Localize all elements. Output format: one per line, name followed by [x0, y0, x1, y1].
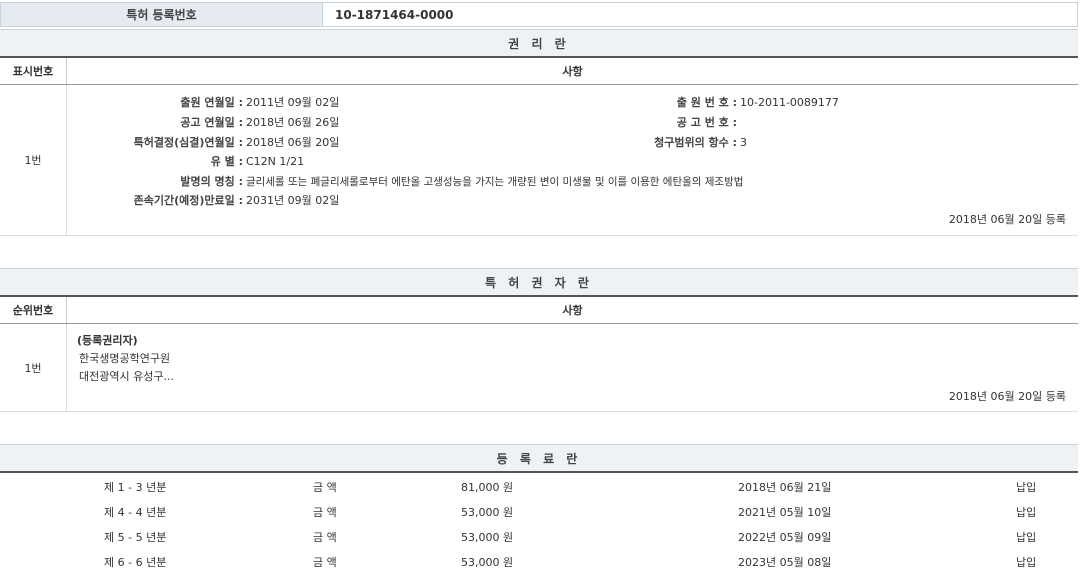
rights-col-index: 표시번호: [0, 58, 67, 84]
rights-row-content: 출원 연월일 : 2011년 09월 02일 공고 연월일 : 2018년 06…: [67, 85, 1078, 235]
rights-registration-date: 2018년 06월 20일 등록: [949, 211, 1066, 227]
fee-amount-label: 금 액: [313, 479, 337, 495]
holders-row-content: (등록권리자) 한국생명공학연구원 대전광역시 유성구... 2018년 06월…: [67, 324, 1078, 411]
decision-date-value: 2018년 06월 20일: [243, 134, 339, 150]
holders-column-header: 순위번호 사항: [0, 297, 1078, 324]
holders-section-title: 특 허 권 자 란: [0, 268, 1078, 297]
pub-date-value: 2018년 06월 26일: [243, 114, 339, 130]
fee-status: 납입: [1016, 529, 1036, 545]
rights-row-index: 1번: [0, 85, 67, 235]
holders-registration-date: 2018년 06월 20일 등록: [949, 388, 1066, 404]
rights-col-content: 사항: [67, 58, 1078, 84]
holders-col-index: 순위번호: [0, 297, 67, 323]
fee-paid-date: 2021년 05월 10일: [738, 504, 831, 520]
claims-count-field: 청구범위의 항수 : 3: [547, 135, 747, 149]
fee-amount-label: 금 액: [313, 554, 337, 570]
fee-status: 납입: [1016, 479, 1036, 495]
holder-role: (등록권리자): [77, 332, 174, 350]
fee-period: 제 5 - 5 년분: [104, 529, 166, 545]
holder-name: 한국생명공학연구원: [77, 350, 174, 368]
fee-amount: 53,000 원: [461, 504, 513, 520]
rights-row: 1번 출원 연월일 : 2011년 09월 02일 공고 연월일 : 2018년…: [0, 85, 1078, 236]
claims-count-value: 3: [737, 136, 747, 149]
registration-number-label: 특허 등록번호: [1, 3, 323, 26]
application-number-field: 출 원 번 호 : 10-2011-0089177: [547, 95, 839, 109]
fee-period: 제 6 - 6 년분: [104, 554, 166, 570]
class-value: C12N 1/21: [243, 155, 304, 168]
fee-amount-label: 금 액: [313, 529, 337, 545]
holder-info: (등록권리자) 한국생명공학연구원 대전광역시 유성구...: [77, 332, 174, 386]
fee-row: 제 4 - 4 년분 금 액 53,000 원 2021년 05월 10일 납입: [0, 499, 1078, 524]
fee-amount-label: 금 액: [313, 504, 337, 520]
claims-count-label: 청구범위의 항수 :: [547, 134, 737, 150]
fee-paid-date: 2023년 05월 08일: [738, 554, 831, 570]
holders-row: 1번 (등록권리자) 한국생명공학연구원 대전광역시 유성구... 2018년 …: [0, 324, 1078, 412]
filing-date-field: 출원 연월일 : 2011년 09월 02일: [67, 95, 339, 109]
expiry-date-label: 존속기간(예정)만료일 :: [67, 192, 243, 208]
holder-address: 대전광역시 유성구...: [77, 368, 174, 386]
fee-row: 제 6 - 6 년분 금 액 53,000 원 2023년 05월 08일 납입: [0, 549, 1078, 574]
fees-section-title: 등 록 료 란: [0, 444, 1078, 473]
expiry-date-field: 존속기간(예정)만료일 : 2031년 09월 02일: [67, 193, 339, 207]
fee-row: 제 1 - 3 년분 금 액 81,000 원 2018년 06월 21일 납입: [0, 474, 1078, 499]
class-label: 유 별 :: [67, 153, 243, 169]
fee-amount: 53,000 원: [461, 529, 513, 545]
holders-col-content: 사항: [67, 297, 1078, 323]
registration-number-row: 특허 등록번호 10-1871464-0000: [0, 2, 1078, 27]
fee-status: 납입: [1016, 504, 1036, 520]
invention-title-value: 글리세롤 또는 폐글리세롤로부터 에탄올 고생성능을 가지는 개량된 변이 미생…: [243, 174, 743, 189]
expiry-date-value: 2031년 09월 02일: [243, 192, 339, 208]
fee-amount: 81,000 원: [461, 479, 513, 495]
decision-date-field: 특허결정(심결)연월일 : 2018년 06월 20일: [67, 135, 339, 149]
filing-date-label: 출원 연월일 :: [67, 94, 243, 110]
filing-date-value: 2011년 09월 02일: [243, 94, 339, 110]
fee-amount: 53,000 원: [461, 554, 513, 570]
fee-status: 납입: [1016, 554, 1036, 570]
pub-date-label: 공고 연월일 :: [67, 114, 243, 130]
fee-period: 제 4 - 4 년분: [104, 504, 166, 520]
fee-row: 제 5 - 5 년분 금 액 53,000 원 2022년 05월 09일 납입: [0, 524, 1078, 549]
rights-section-title: 권 리 란: [0, 29, 1078, 58]
invention-title-label: 발명의 명칭 :: [67, 173, 243, 189]
rights-column-header: 표시번호 사항: [0, 58, 1078, 85]
decision-date-label: 특허결정(심결)연월일 :: [67, 134, 243, 150]
fee-period: 제 1 - 3 년분: [104, 479, 166, 495]
fee-paid-date: 2022년 05월 09일: [738, 529, 831, 545]
registration-number-value: 10-1871464-0000: [323, 3, 1077, 26]
invention-title-field: 발명의 명칭 : 글리세롤 또는 폐글리세롤로부터 에탄올 고생성능을 가지는 …: [67, 174, 743, 188]
class-field: 유 별 : C12N 1/21: [67, 154, 304, 168]
pub-number-field: 공 고 번 호 :: [547, 115, 740, 129]
fee-paid-date: 2018년 06월 21일: [738, 479, 831, 495]
pub-number-label: 공 고 번 호 :: [547, 114, 737, 130]
pub-date-field: 공고 연월일 : 2018년 06월 26일: [67, 115, 339, 129]
application-number-label: 출 원 번 호 :: [547, 94, 737, 110]
holders-row-index: 1번: [0, 324, 67, 411]
application-number-value: 10-2011-0089177: [737, 96, 839, 109]
